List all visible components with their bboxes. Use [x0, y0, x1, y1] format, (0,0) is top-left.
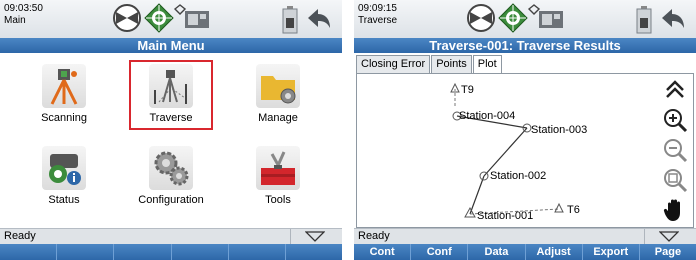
- traverse-plot[interactable]: T9 Station-004 Station-003 Station-002 S…: [356, 73, 694, 228]
- chevron-down-icon: [305, 231, 325, 242]
- softkey-bar: Cont Conf Data Adjust Export Page: [354, 244, 696, 260]
- tab-closing-error[interactable]: Closing Error: [356, 55, 431, 73]
- back-icon[interactable]: [660, 6, 686, 32]
- zoom-fit-icon[interactable]: [662, 167, 688, 193]
- conf-button[interactable]: Conf: [411, 244, 469, 260]
- page-button[interactable]: Page: [640, 244, 696, 260]
- plot-leg-002-001: [469, 175, 485, 215]
- softkey-1[interactable]: [0, 244, 58, 260]
- data-button[interactable]: Data: [468, 244, 526, 260]
- tab-bar: Closing Error Points Plot: [356, 55, 503, 74]
- zoom-in-icon[interactable]: [662, 107, 688, 133]
- station-label: T6: [567, 204, 580, 216]
- softkey-4[interactable]: [172, 244, 229, 260]
- menu-item-label: Manage: [258, 112, 298, 124]
- tab-plot[interactable]: Plot: [472, 55, 502, 74]
- tools-icon: [256, 146, 300, 190]
- page-down-button[interactable]: [290, 229, 338, 245]
- station-label: Station-001: [477, 210, 534, 222]
- softkey-5[interactable]: [229, 244, 286, 260]
- page-title: Traverse-001: Traverse Results: [354, 38, 696, 53]
- traverse-plot-lines: [450, 82, 564, 218]
- menu-item-label: Scanning: [41, 112, 87, 124]
- memory-card-icon: [184, 8, 210, 30]
- back-icon[interactable]: [306, 6, 332, 32]
- configuration-icon: [149, 146, 193, 190]
- chevron-down-icon: [659, 231, 679, 242]
- status-line: Ready: [354, 228, 696, 245]
- softkey-6[interactable]: [286, 244, 342, 260]
- pan-hand-icon[interactable]: [662, 197, 688, 223]
- menu-item-tools[interactable]: Tools: [228, 142, 328, 222]
- status-bar: 09:09:15 Traverse: [354, 0, 696, 38]
- page-title: Main Menu: [0, 38, 342, 53]
- tab-points[interactable]: Points: [431, 55, 472, 73]
- status-bar: 09:03:50 Main: [0, 0, 342, 38]
- cont-button[interactable]: Cont: [354, 244, 412, 260]
- clock: 09:09:15 Traverse: [358, 3, 397, 27]
- scanning-icon: [42, 64, 86, 108]
- manage-icon: [256, 64, 300, 108]
- plot-leg-003-002: [483, 127, 528, 177]
- menu-item-configuration[interactable]: Configuration: [121, 142, 221, 222]
- station-label: Station-003: [531, 124, 588, 136]
- memory-card-icon: [538, 8, 564, 30]
- menu-item-label: Traverse: [149, 112, 193, 124]
- station-marker-t6: [554, 202, 564, 213]
- clock-time: 09:03:50: [4, 3, 43, 14]
- tilt-icon[interactable]: [466, 3, 496, 33]
- station-label: T9: [461, 84, 474, 96]
- status-text: Ready: [4, 230, 36, 242]
- menu-item-label: Status: [48, 194, 80, 206]
- clock-mode: Main: [4, 15, 26, 26]
- traverse-results-screen: 09:09:15 Traverse Traverse-001: Traverse…: [354, 0, 696, 260]
- clock-mode: Traverse: [358, 15, 398, 26]
- tilt-icon[interactable]: [112, 3, 142, 33]
- softkey-bar: [0, 244, 342, 260]
- zoom-out-icon[interactable]: [662, 137, 688, 163]
- battery-icon: [282, 6, 298, 34]
- status-text: Ready: [358, 230, 390, 242]
- status-icon: [42, 146, 86, 190]
- gps-icon[interactable]: [144, 3, 174, 33]
- station-label: Station-002: [490, 170, 547, 182]
- page-down-button[interactable]: [644, 229, 692, 245]
- adjust-button[interactable]: Adjust: [526, 244, 583, 260]
- menu-item-manage[interactable]: Manage: [228, 60, 328, 140]
- clock: 09:03:50 Main: [4, 3, 43, 27]
- export-button[interactable]: Export: [583, 244, 640, 260]
- main-menu-screen: 09:03:50 Main Main Menu Scanning Travers…: [0, 0, 342, 260]
- menu-item-status[interactable]: Status: [14, 142, 114, 222]
- clock-time: 09:09:15: [358, 3, 397, 14]
- status-line: Ready: [0, 228, 342, 245]
- softkey-2[interactable]: [57, 244, 115, 260]
- menu-item-label: Tools: [265, 194, 291, 206]
- station-label: Station-004: [459, 110, 516, 122]
- gps-icon[interactable]: [498, 3, 528, 33]
- menu-item-traverse[interactable]: Traverse: [121, 60, 221, 140]
- collapse-icon[interactable]: [662, 77, 688, 103]
- softkey-3[interactable]: [114, 244, 172, 260]
- menu-item-label: Configuration: [138, 194, 204, 206]
- battery-icon: [636, 6, 652, 34]
- traverse-icon: [149, 64, 193, 108]
- menu-item-scanning[interactable]: Scanning: [14, 60, 114, 140]
